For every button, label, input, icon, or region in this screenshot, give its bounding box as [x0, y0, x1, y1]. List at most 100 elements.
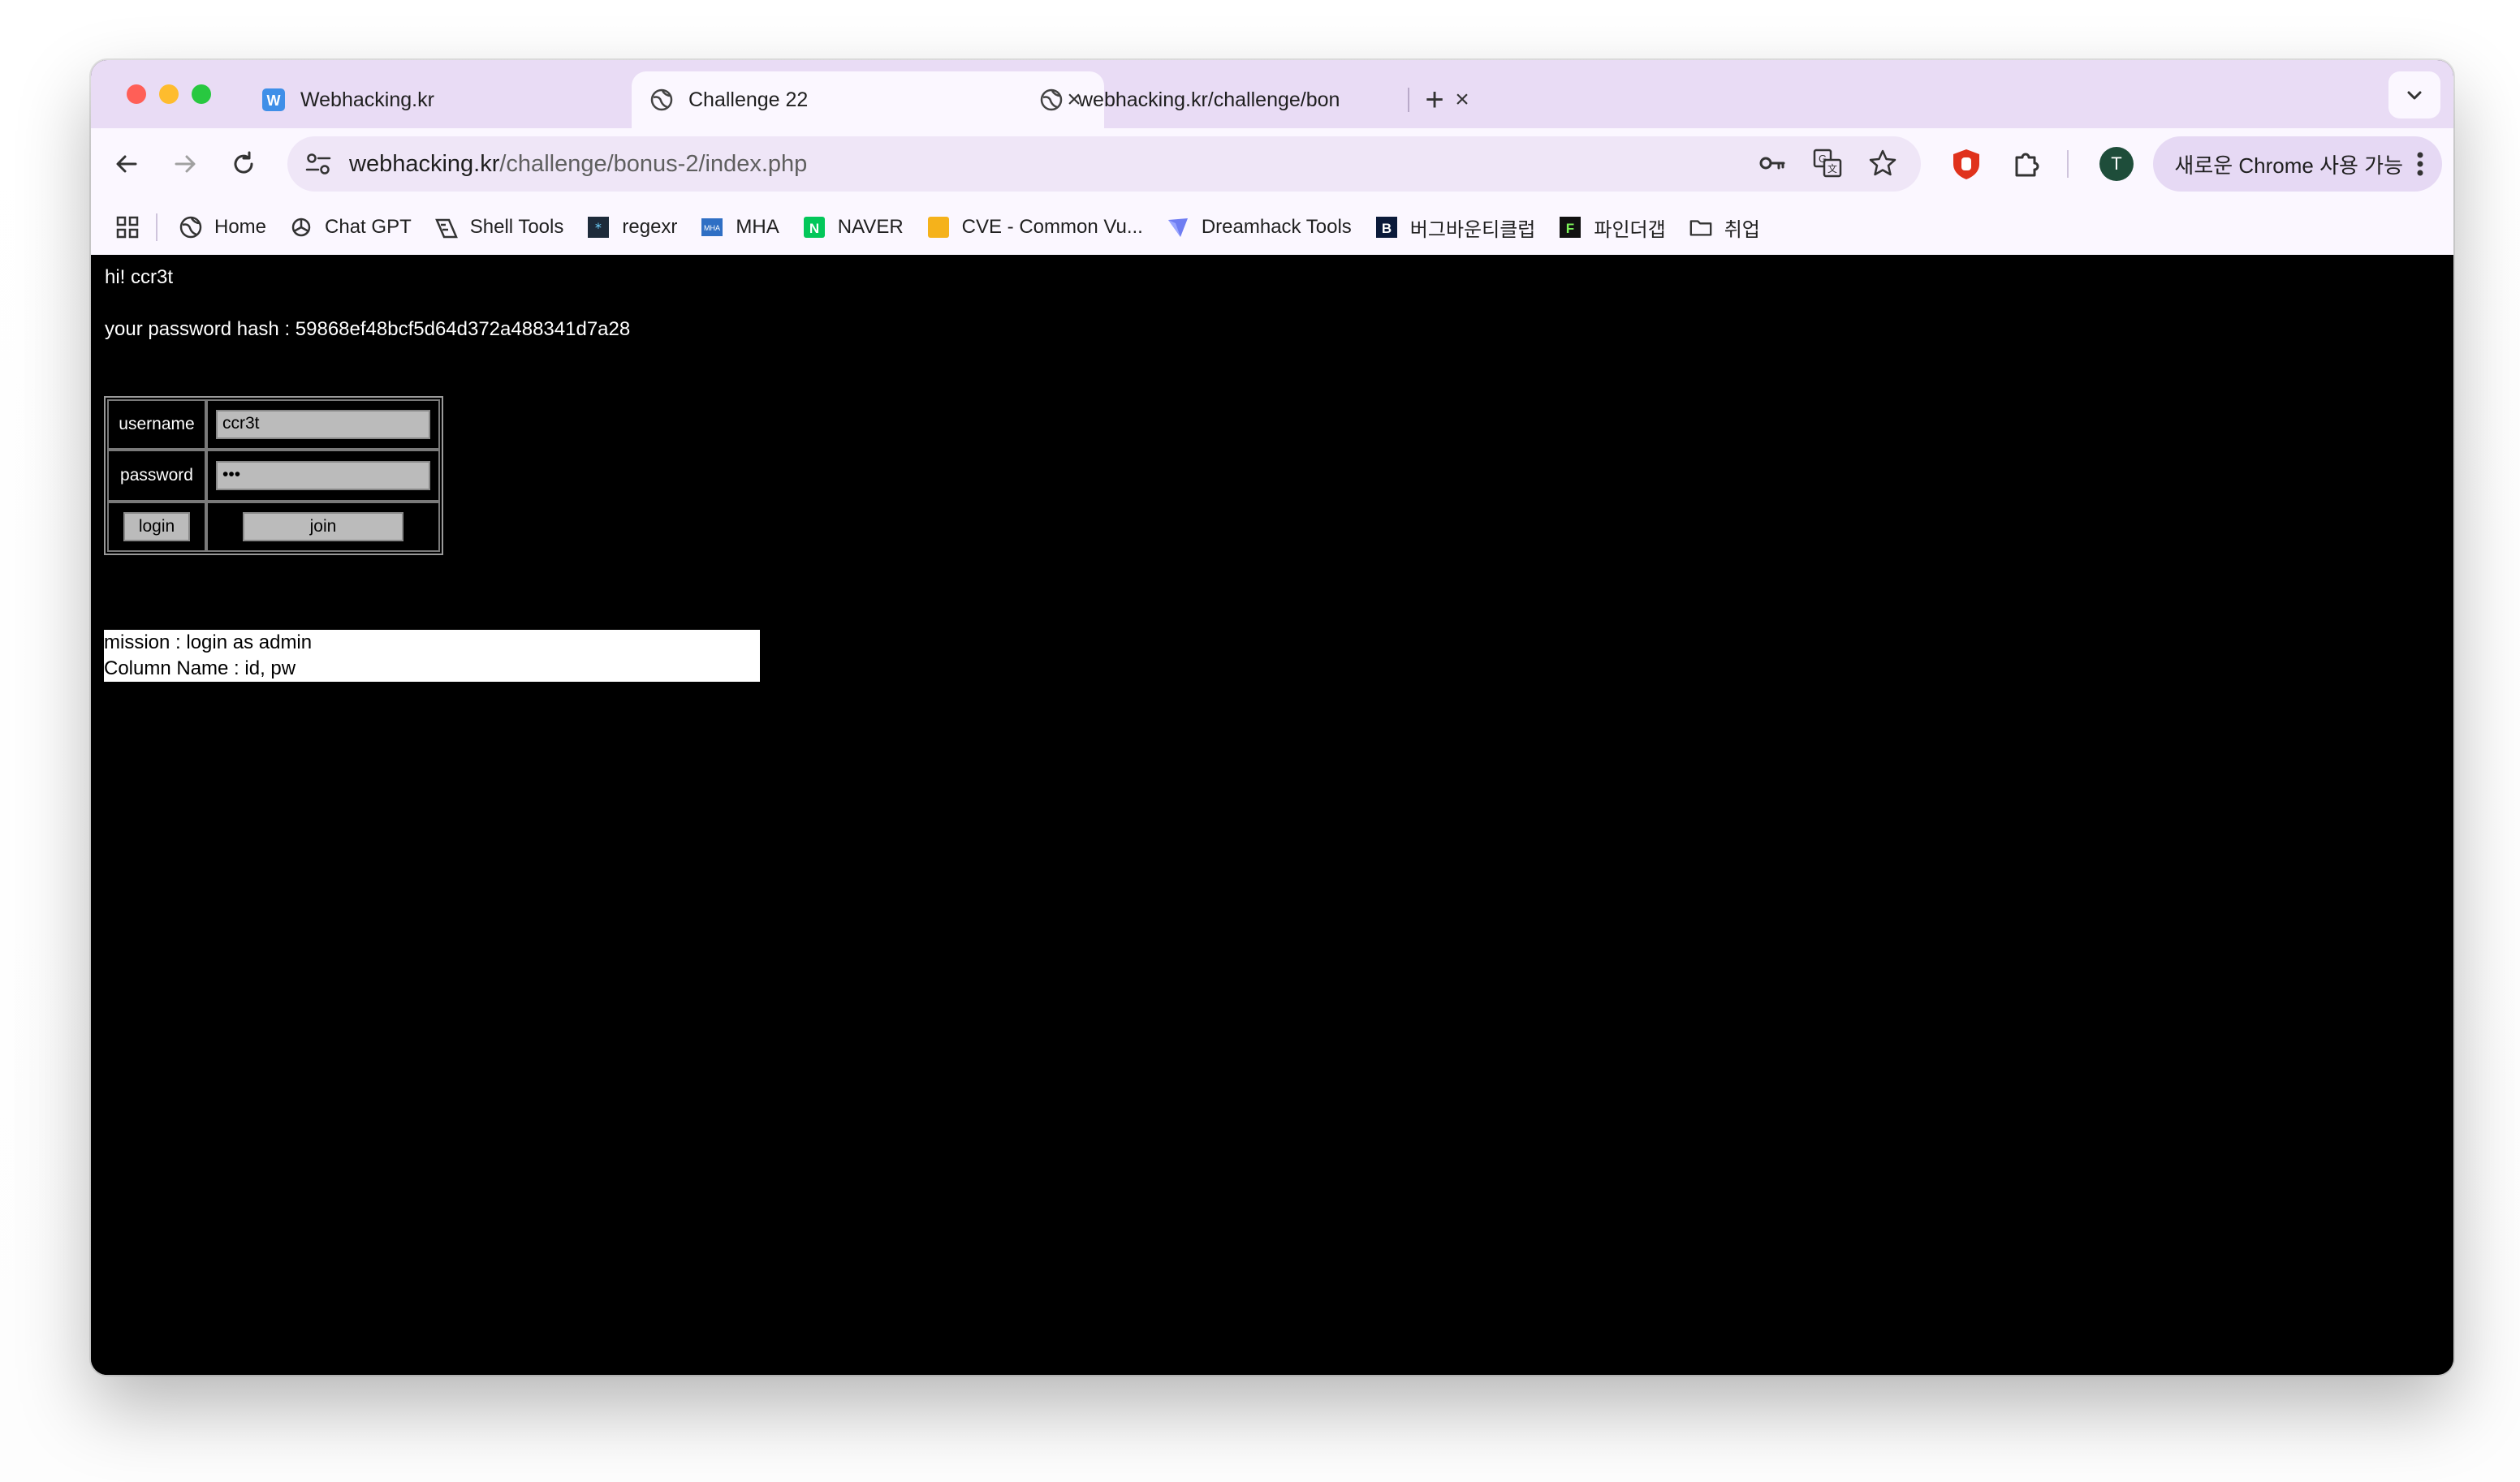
bookmark-label: CVE - Common Vu... — [961, 216, 1143, 238]
minimize-window-button[interactable] — [159, 84, 179, 104]
bookmark-regexr[interactable]: * regexr — [575, 209, 688, 246]
svg-text:*: * — [595, 220, 603, 235]
reload-button[interactable] — [219, 140, 268, 188]
dreamhack-icon — [1166, 215, 1190, 239]
bookmark-findergap[interactable]: F 파인더갭 — [1547, 209, 1676, 246]
tab-title: webhacking.kr/challenge/bon — [1078, 88, 1340, 111]
bookmark-star-icon[interactable] — [1864, 144, 1901, 182]
bookmark-label: 버그바운티클럽 — [1409, 218, 1536, 241]
password-input-cell: ••• — [206, 450, 440, 502]
profile-button[interactable]: T — [2099, 140, 2134, 188]
login-form: username ccr3t password ••• login join — [104, 396, 443, 555]
login-button[interactable]: login — [123, 512, 190, 541]
password-label: password — [120, 466, 193, 485]
svg-text:MHA: MHA — [704, 224, 720, 232]
openai-icon — [289, 215, 313, 239]
globe-icon — [1040, 88, 1063, 111]
toolbar: webhacking.kr/challenge/bonus-2/index.ph… — [91, 128, 2453, 200]
regexr-icon: * — [586, 215, 611, 239]
username-label-cell: username — [107, 399, 206, 450]
url-path: /challenge/bonus-2/index.php — [499, 150, 808, 177]
translate-icon[interactable]: G文 — [1809, 144, 1846, 182]
bookmark-label: NAVER — [837, 216, 904, 238]
arrow-right-icon — [175, 155, 196, 173]
bookmark-label: MHA — [736, 216, 779, 238]
apps-button[interactable] — [91, 209, 151, 246]
tab-strip: W Webhacking.kr × Challenge 22 × webhack… — [91, 60, 2453, 128]
page-content: hi! ccr3t your password hash : 59868ef48… — [91, 255, 2453, 1375]
bookmark-shell-tools[interactable]: Shell Tools — [423, 209, 576, 246]
tab-title: Challenge 22 — [688, 88, 809, 111]
bookmark-label: Chat GPT — [325, 216, 412, 238]
puzzle-icon — [2015, 153, 2039, 177]
bookmark-label: 취업 — [1724, 218, 1760, 241]
back-button[interactable] — [102, 140, 151, 188]
bookmark-chat-gpt[interactable]: Chat GPT — [278, 209, 423, 246]
password-input[interactable]: ••• — [216, 461, 430, 490]
url-host: webhacking.kr — [349, 150, 500, 177]
mha-icon: MHA — [700, 215, 724, 239]
svg-text:G: G — [1819, 153, 1827, 165]
bookmark-folder-jobs[interactable]: 취업 — [1677, 209, 1771, 246]
username-label: username — [119, 415, 195, 433]
tab-title: Webhacking.kr — [300, 88, 434, 111]
join-button[interactable]: join — [243, 512, 403, 541]
password-key-icon[interactable] — [1754, 144, 1791, 182]
cve-icon — [926, 215, 951, 239]
site-info-icon[interactable] — [302, 148, 334, 180]
chevron-down-icon — [2407, 91, 2422, 100]
close-window-button[interactable] — [127, 84, 146, 104]
maximize-window-button[interactable] — [192, 84, 211, 104]
bookmark-label: 파인더갭 — [1594, 218, 1666, 241]
svg-text:W: W — [267, 93, 281, 109]
apps-grid-icon — [116, 216, 139, 239]
greeting-text: hi! ccr3t — [105, 266, 174, 288]
bookmark-naver[interactable]: N NAVER — [791, 209, 915, 246]
reload-icon — [234, 151, 253, 174]
globe-icon — [179, 215, 203, 239]
bookmark-label: regexr — [622, 216, 678, 238]
ublock-shield-icon — [1953, 149, 1979, 179]
bookmarks-divider — [156, 213, 158, 241]
shell-icon — [434, 215, 459, 239]
globe-icon — [650, 88, 673, 111]
chrome-update-button[interactable]: 새로운 Chrome 사용 가능 — [2153, 136, 2442, 192]
svg-text:F: F — [1566, 221, 1574, 236]
bugbounty-icon: B — [1374, 215, 1399, 239]
more-menu-icon[interactable] — [2416, 151, 2424, 177]
username-input[interactable]: ccr3t — [216, 410, 430, 439]
mission-line: mission : login as admin — [104, 631, 313, 653]
w-logo-icon: W — [262, 88, 285, 111]
extensions-button[interactable] — [2009, 140, 2044, 188]
svg-text:文: 文 — [1827, 162, 1837, 174]
new-tab-button[interactable]: + — [1414, 80, 1455, 120]
naver-icon: N — [802, 215, 826, 239]
forward-button[interactable] — [161, 140, 209, 188]
svg-text:B: B — [1382, 221, 1392, 236]
password-label-cell: password — [107, 450, 206, 502]
bookmark-home[interactable]: Home — [167, 209, 278, 246]
url-text[interactable]: webhacking.kr/challenge/bonus-2/index.ph… — [349, 151, 807, 178]
arrow-left-icon — [116, 155, 137, 173]
mission-box: mission : login as admin Column Name : i… — [104, 630, 760, 682]
extension-adblock-button[interactable] — [1948, 140, 1984, 188]
tab-separator — [1408, 88, 1409, 112]
bookmark-label: Home — [214, 216, 267, 238]
bookmark-mha[interactable]: MHA MHA — [688, 209, 790, 246]
bookmark-bugbounty[interactable]: B 버그바운티클럽 — [1363, 209, 1547, 246]
omnibox-actions: G文 — [1754, 144, 1901, 182]
avatar: T — [2099, 147, 2134, 181]
address-bar[interactable]: webhacking.kr/challenge/bonus-2/index.ph… — [287, 136, 1921, 192]
bookmark-dreamhack[interactable]: Dreamhack Tools — [1154, 209, 1363, 246]
bookmark-label: Dreamhack Tools — [1201, 216, 1352, 238]
browser-window: W Webhacking.kr × Challenge 22 × webhack… — [91, 60, 2453, 1375]
bookmarks-bar: Home Chat GPT Shell Tools * regexr MHA M… — [91, 200, 2453, 255]
login-button-cell: login — [107, 502, 206, 552]
bookmark-label: Shell Tools — [469, 216, 564, 238]
column-name-line: Column Name : id, pw — [104, 657, 296, 679]
bookmark-cve[interactable]: CVE - Common Vu... — [915, 209, 1154, 246]
password-hash-text: your password hash : 59868ef48bcf5d64d37… — [105, 318, 631, 340]
svg-text:N: N — [809, 221, 819, 236]
tab-search-button[interactable] — [2388, 71, 2440, 118]
username-input-cell: ccr3t — [206, 399, 440, 450]
